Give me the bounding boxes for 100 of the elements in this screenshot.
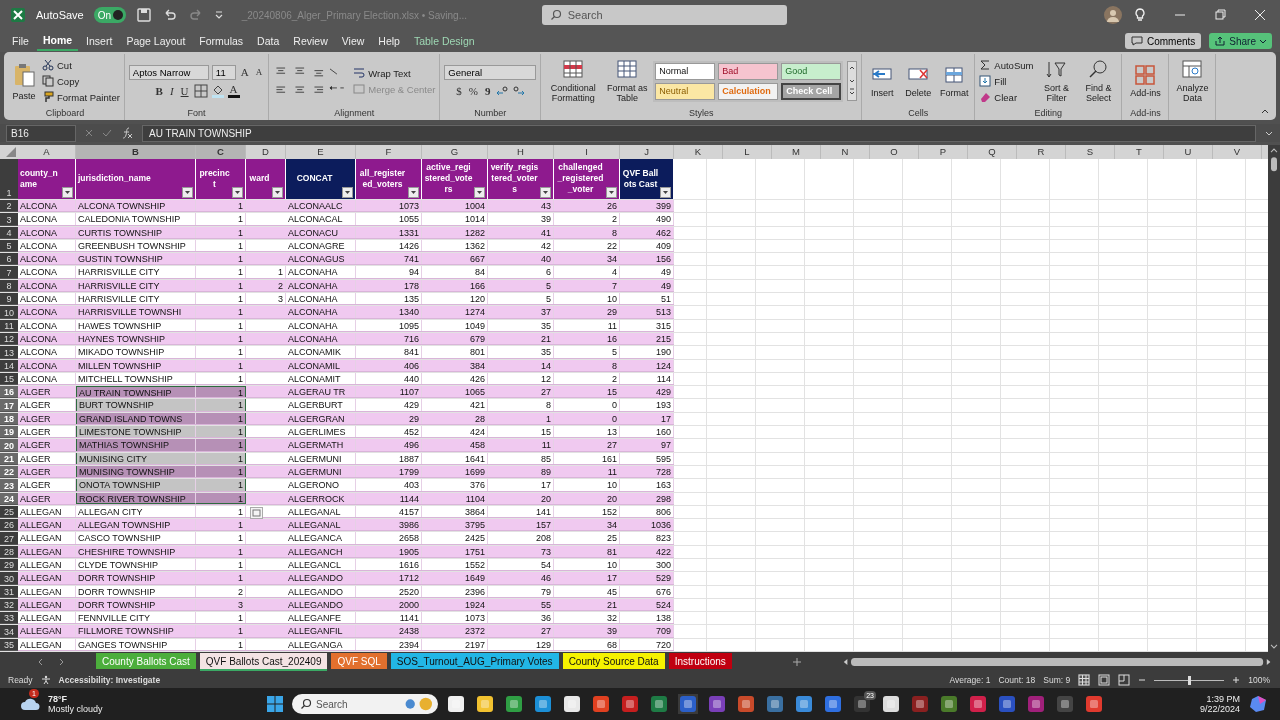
delete-cells-button[interactable]: Delete bbox=[902, 64, 935, 98]
row-header[interactable]: 19 bbox=[0, 426, 18, 439]
decimal-increase-icon[interactable] bbox=[495, 83, 510, 98]
row-header[interactable]: 27 bbox=[0, 532, 18, 545]
number-format-dropdown[interactable]: General bbox=[444, 64, 537, 80]
search-field[interactable]: Search bbox=[541, 5, 787, 25]
row-header[interactable]: 7 bbox=[0, 266, 18, 279]
row-header[interactable]: 16 bbox=[0, 386, 18, 399]
column-header[interactable]: Q bbox=[968, 145, 1017, 159]
sheet-tab[interactable]: County Source Data bbox=[562, 653, 665, 669]
app-icon[interactable] bbox=[939, 694, 959, 714]
accessibility-icon[interactable] bbox=[40, 675, 51, 685]
ribbon-tab[interactable]: File bbox=[6, 32, 35, 50]
fill-color-icon[interactable] bbox=[210, 83, 225, 98]
analyze-data-button[interactable]: Analyze Data bbox=[1173, 59, 1212, 103]
fill-button[interactable]: Fill bbox=[979, 74, 1034, 88]
filter-button[interactable] bbox=[474, 187, 485, 198]
ribbon-tab[interactable]: View bbox=[335, 32, 371, 50]
app-icon[interactable] bbox=[504, 694, 524, 714]
app-icon[interactable] bbox=[475, 694, 495, 714]
filter-button[interactable] bbox=[272, 187, 283, 198]
column-header[interactable]: V bbox=[1213, 145, 1262, 159]
taskbar-search-field[interactable]: Search bbox=[292, 694, 438, 714]
find-select-button[interactable]: Find & Select bbox=[1079, 59, 1118, 103]
filter-button[interactable] bbox=[660, 187, 671, 198]
cell-style-option[interactable]: Normal bbox=[655, 62, 716, 80]
app-icon[interactable] bbox=[446, 694, 466, 714]
app-icon[interactable] bbox=[881, 694, 901, 714]
app-icon[interactable] bbox=[649, 694, 669, 714]
sheet-tab[interactable]: SOS_Turnout_AUG_Primary Votes bbox=[390, 653, 559, 669]
row-header[interactable]: 26 bbox=[0, 519, 18, 532]
decimal-decrease-icon[interactable] bbox=[512, 83, 527, 98]
font-size-dropdown[interactable]: 11 bbox=[211, 64, 236, 80]
column-header[interactable]: U bbox=[1164, 145, 1213, 159]
save-icon[interactable] bbox=[135, 7, 152, 23]
column-header[interactable]: C bbox=[196, 145, 246, 159]
italic-button[interactable]: I bbox=[167, 84, 176, 97]
wrap-text-button[interactable]: Wrap Text bbox=[353, 66, 436, 80]
accessibility-status[interactable]: Accessibility: Investigate bbox=[58, 675, 161, 685]
page-layout-view-icon[interactable] bbox=[1098, 674, 1111, 686]
row-header[interactable]: 13 bbox=[0, 346, 18, 359]
gallery-scroll-icon[interactable] bbox=[847, 61, 858, 101]
row-header[interactable]: 33 bbox=[0, 612, 18, 625]
clear-button[interactable]: Clear bbox=[979, 90, 1034, 104]
borders-icon[interactable] bbox=[193, 83, 208, 98]
lightbulb-icon[interactable] bbox=[1132, 7, 1148, 23]
conditional-formatting-button[interactable]: Conditional Formatting bbox=[545, 59, 602, 103]
row-header[interactable]: 34 bbox=[0, 625, 18, 638]
column-header[interactable]: L bbox=[723, 145, 772, 159]
ribbon-tab[interactable]: Insert bbox=[80, 32, 119, 50]
app-icon[interactable] bbox=[533, 694, 553, 714]
column-header[interactable]: N bbox=[821, 145, 870, 159]
ribbon-tab[interactable]: Page Layout bbox=[120, 32, 192, 50]
ribbon-tab[interactable]: Help bbox=[372, 32, 406, 50]
underline-button[interactable]: U bbox=[178, 84, 191, 97]
column-header[interactable]: K bbox=[674, 145, 723, 159]
row-header[interactable]: 3 bbox=[0, 213, 18, 226]
filter-button[interactable] bbox=[342, 187, 353, 198]
restore-icon[interactable] bbox=[1212, 7, 1228, 23]
percent-button[interactable]: % bbox=[466, 84, 480, 97]
add-sheet-icon[interactable] bbox=[791, 657, 802, 667]
column-header[interactable]: R bbox=[1017, 145, 1066, 159]
row-header[interactable]: 1 bbox=[0, 159, 18, 199]
insert-function-icon[interactable] bbox=[120, 126, 134, 140]
name-box[interactable]: B16 bbox=[6, 124, 76, 142]
increase-font-size-button[interactable]: A bbox=[238, 66, 251, 78]
vertical-scrollbar[interactable] bbox=[1268, 145, 1280, 652]
column-header[interactable]: B bbox=[76, 145, 196, 159]
app-icon[interactable] bbox=[794, 694, 814, 714]
customize-toolbar-icon[interactable] bbox=[213, 10, 224, 20]
zoom-percent[interactable]: 100% bbox=[1248, 675, 1270, 685]
insert-cells-button[interactable]: Insert bbox=[866, 64, 899, 98]
autosum-button[interactable]: AutoSum bbox=[979, 58, 1034, 72]
decrease-font-size-button[interactable]: A bbox=[253, 67, 265, 77]
sheet-tab[interactable]: QVF Ballots Cast_202409 bbox=[199, 653, 328, 671]
font-color-button[interactable]: A bbox=[227, 83, 240, 98]
ribbon-tab[interactable]: Formulas bbox=[193, 32, 250, 50]
column-header[interactable]: M bbox=[772, 145, 821, 159]
add-ins-button[interactable]: Add-ins bbox=[1126, 64, 1165, 98]
filter-button[interactable] bbox=[540, 187, 551, 198]
app-icon[interactable] bbox=[765, 694, 785, 714]
formula-field[interactable]: AU TRAIN TOWNSHIP bbox=[142, 124, 1256, 142]
format-cells-button[interactable]: Format bbox=[938, 64, 971, 98]
paste-options-icon[interactable] bbox=[250, 506, 263, 519]
comma-style-button[interactable]: 9 bbox=[482, 84, 493, 97]
column-header[interactable]: T bbox=[1115, 145, 1164, 159]
share-button[interactable]: Share bbox=[1209, 33, 1272, 49]
app-icon[interactable] bbox=[736, 694, 756, 714]
currency-button[interactable]: $ bbox=[454, 84, 464, 97]
ribbon-tab[interactable]: Data bbox=[251, 32, 286, 50]
app-icon[interactable] bbox=[1084, 694, 1104, 714]
ribbon-tab[interactable]: Table Design bbox=[407, 32, 481, 50]
row-header[interactable]: 10 bbox=[0, 306, 18, 319]
cell-style-option[interactable]: Bad bbox=[718, 62, 779, 80]
zoom-slider[interactable] bbox=[1188, 675, 1192, 685]
filter-button[interactable] bbox=[606, 187, 617, 198]
avatar-icon[interactable] bbox=[1104, 6, 1122, 24]
page-break-view-icon[interactable] bbox=[1118, 674, 1131, 686]
sheet-tab[interactable]: Instructions bbox=[668, 653, 732, 669]
font-name-dropdown[interactable]: Aptos Narrow bbox=[128, 64, 209, 80]
